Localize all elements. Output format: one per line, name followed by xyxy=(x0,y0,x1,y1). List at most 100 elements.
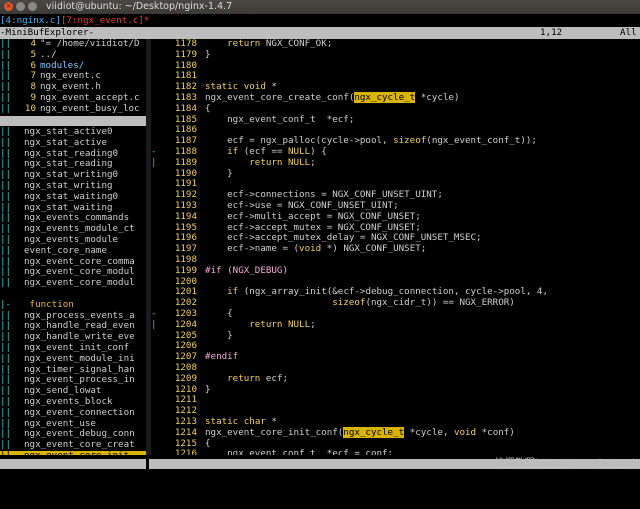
fold-gutter: || xyxy=(0,244,12,256)
code-line[interactable]: 1199 #if (NGX_DEBUG) xyxy=(151,264,288,277)
tag-name: ngx_stat_waiting xyxy=(24,201,113,213)
file-path: ~/Desktop/nginx-1.4.7/src/event/ngx_even… xyxy=(171,468,409,479)
tag-item[interactable]: ||ngx_event_core_init_ xyxy=(0,450,146,455)
code-token: ; xyxy=(310,318,316,330)
code-token: return xyxy=(249,156,283,168)
file-list-number: 10 xyxy=(24,102,36,114)
tag-name: ngx_timer_signal_han xyxy=(24,363,135,375)
code-token: sizeof xyxy=(393,135,427,147)
code-token: (ngx_event_conf_t)); xyxy=(426,135,537,147)
line-number: 1214 xyxy=(174,426,197,438)
code-token: static xyxy=(205,81,239,93)
code-token: if xyxy=(227,286,239,298)
code-line[interactable]: 1183 ngx_event_core_create_conf(ngx_cycle… xyxy=(151,92,460,104)
file-list-name: "= /home/viidiot/D xyxy=(40,39,140,49)
tag-name: event_core_name xyxy=(24,244,107,256)
tag-name: ngx_event_init_conf xyxy=(24,342,130,353)
code-token: { xyxy=(205,102,211,114)
fold-marker: | xyxy=(151,318,157,330)
tag-name: ngx_events_module_ct xyxy=(24,223,135,235)
tag-name: ngx_event_core_modul xyxy=(24,266,135,278)
code-token: if xyxy=(227,146,239,157)
file-list-item[interactable]: || 10 ngx_event_busy_loc xyxy=(0,102,140,115)
code-line[interactable]: 1184 { xyxy=(151,102,211,115)
file-list-item[interactable]: || 4 "= /home/viidiot/D xyxy=(0,39,140,50)
tag-name: ngx_handle_read_even xyxy=(24,320,135,332)
code-token: (ngx_array_init(&ecf->debug_connection, … xyxy=(238,286,548,298)
tag-name: ngx_event_debug_conn xyxy=(24,428,135,440)
close-button[interactable]: × xyxy=(4,2,13,11)
tag-name: ngx_events_block xyxy=(24,396,113,407)
tab-ngx-event-c[interactable]: [7:ngx_event.c]* xyxy=(61,14,150,27)
code-token: ; xyxy=(310,156,316,168)
code-token: ecf->connections = NGX_CONF_UNSET_UINT; xyxy=(205,189,443,201)
window-controls: × xyxy=(4,2,37,11)
line-number: 1194 xyxy=(174,210,197,222)
code-token: static xyxy=(205,416,239,427)
code-line[interactable]: 1179} xyxy=(151,48,211,61)
code-token: sizeof xyxy=(332,297,366,309)
code-token: (ecf == xyxy=(238,146,289,157)
code-token: NULL xyxy=(288,146,311,157)
tag-name: ngx_event_module_ini xyxy=(24,352,135,364)
tag-list-statusbar: __Tag_List__ 92,5 98% xyxy=(0,459,146,499)
tag-name: ngx_stat_writing xyxy=(24,180,113,191)
code-line[interactable]: | 1204 return NULL; xyxy=(151,318,316,331)
tag-name: ngx_stat_active xyxy=(24,136,107,148)
code-token: return xyxy=(227,372,261,384)
tab-line: [4:nginx.c][7:ngx_event.c]* xyxy=(0,14,640,27)
line-number: 1179 xyxy=(174,48,197,60)
code-token: *cycle, xyxy=(404,426,454,438)
file-list-name: ngx_event_busy_loc xyxy=(40,102,140,114)
tag-name: ngx_stat_waiting0 xyxy=(24,190,119,202)
code-token: NGX_CONF_OK; xyxy=(260,39,333,49)
code-line[interactable]: | 1189 return NULL; xyxy=(151,156,316,169)
code-token: ecf->name = ( xyxy=(205,243,300,255)
code-token: *cycle) xyxy=(415,92,460,103)
code-token: ngx_event_core_init_conf( xyxy=(205,426,344,438)
tag-item[interactable]: || ngx_event_core_modul xyxy=(0,277,146,289)
code-line[interactable]: 1216 ngx_event_conf_t *ecf = conf; xyxy=(151,448,393,455)
line-number: 1204 xyxy=(174,318,197,330)
line-number: 1184 xyxy=(174,102,197,114)
tag-list-name: __Tag_List__ xyxy=(22,468,89,479)
left-pane: || 4 "= /home/viidiot/D || 5 ../|| 6 modules… xyxy=(0,39,146,455)
code-token: NULL xyxy=(288,318,311,330)
maximize-button[interactable] xyxy=(28,2,37,11)
file-list-statusbar: [File List] 7,1 18% xyxy=(0,116,146,156)
minibuf-title: -MiniBufExplorer- xyxy=(0,27,95,38)
tag-name: ngx_event_connection xyxy=(24,406,135,418)
code-line[interactable]: 1209 return ecf; xyxy=(151,372,289,385)
tag-name: ngx_events_commands xyxy=(24,212,130,224)
file-list-name: ../ xyxy=(40,48,57,60)
code-token: (ngx_cidr_t)) == NGX_ERROR) xyxy=(365,297,515,309)
fold-gutter: || xyxy=(0,406,12,418)
file-list-name: ngx_event.c xyxy=(40,70,101,82)
tab-nginx-c[interactable]: [4:nginx.c] xyxy=(0,14,61,27)
tag-name: ngx_event_core_creat xyxy=(24,439,135,451)
watermark: 快课教程(www.cr____de.com) xyxy=(494,458,636,469)
fold-gutter: || xyxy=(0,277,12,289)
line-number: 1199 xyxy=(174,264,197,276)
fold-gutter: || xyxy=(0,450,24,455)
code-token: char xyxy=(243,416,266,427)
minibuf-title-bar: -MiniBufExplorer- 1,12 All xyxy=(0,27,640,39)
file-list-name: ngx_event_accept.c xyxy=(40,92,140,103)
fold-marker: | xyxy=(151,156,157,168)
tag-name: ngx_event_core_modul xyxy=(24,277,135,289)
code-token: void xyxy=(299,243,322,255)
code-editor[interactable]: 1178 return NGX_CONF_OK; 1179} 1180 1181 118… xyxy=(151,39,640,455)
window-title: viidiot@ubuntu: ~/Desktop/nginx-1.4.7 xyxy=(46,1,233,12)
search-highlight: ngx_cycle_t xyxy=(354,92,416,103)
file-pct: 90% xyxy=(621,478,638,489)
code-token: ecf; xyxy=(260,372,289,384)
cursor-position: 1,12 xyxy=(540,27,563,38)
fold-gutter: || xyxy=(0,136,12,148)
code-token: * xyxy=(265,416,277,427)
minimize-button[interactable] xyxy=(16,2,25,11)
